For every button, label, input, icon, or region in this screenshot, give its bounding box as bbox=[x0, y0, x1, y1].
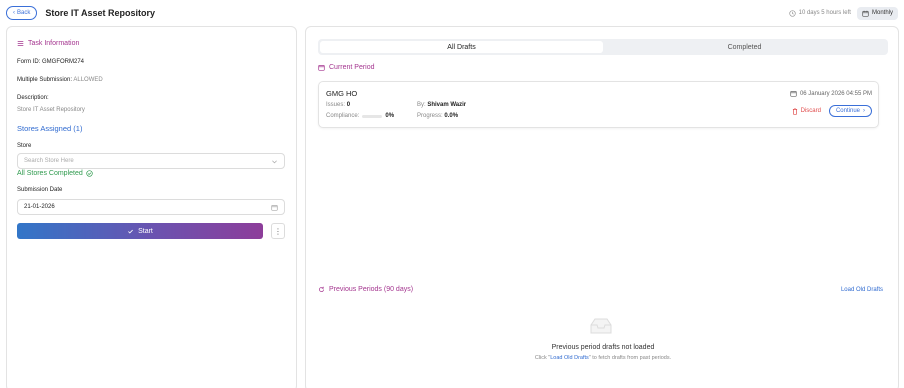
submission-date-value: 21-01-2026 bbox=[24, 204, 55, 210]
check-icon bbox=[128, 229, 133, 233]
calendar-icon[interactable] bbox=[271, 204, 278, 211]
store-label: Store bbox=[17, 143, 32, 149]
calendar-icon bbox=[790, 91, 797, 97]
issues-value: 0 bbox=[346, 102, 351, 108]
draft-issues: Issues: 0 bbox=[326, 102, 350, 108]
compliance-value: 0% bbox=[385, 113, 395, 119]
submission-date-input[interactable]: 21-01-2026 bbox=[17, 199, 285, 215]
page-title: Store IT Asset Repository bbox=[45, 8, 156, 18]
drafts-panel: All Drafts Completed Current Period GMG … bbox=[305, 26, 899, 388]
draft-progress: Progress: 0.0% bbox=[417, 113, 458, 119]
compliance-bar bbox=[362, 114, 383, 118]
draft-date-text: 06 January 2026 04:55 PM bbox=[799, 90, 872, 97]
start-button[interactable]: Start bbox=[17, 223, 263, 239]
refresh-icon bbox=[319, 286, 324, 292]
current-period-heading: Current Period bbox=[318, 64, 375, 71]
description-value: Store IT Asset Repository bbox=[17, 107, 85, 113]
drafts-tabs: All Drafts Completed bbox=[318, 39, 888, 55]
draft-compliance: Compliance: 0% bbox=[326, 113, 394, 119]
multiple-submission-value: ALLOWED bbox=[73, 77, 103, 83]
frequency-text: Monthly bbox=[871, 10, 893, 16]
current-period-title: Current Period bbox=[329, 64, 375, 71]
check-circle-icon bbox=[86, 170, 93, 177]
back-button[interactable]: ‹ Back bbox=[6, 6, 38, 20]
by-label: By: bbox=[417, 102, 426, 108]
draft-author: By: Shivam Wazir bbox=[417, 102, 466, 108]
previous-periods-title: Previous Periods (90 days) bbox=[329, 286, 414, 293]
progress-label: Progress: bbox=[417, 113, 443, 119]
time-left-text: 10 days 5 hours left bbox=[798, 10, 851, 16]
inbox-icon bbox=[589, 317, 613, 340]
empty-state-title: Previous period drafts not loaded bbox=[551, 344, 655, 351]
chevron-left-icon: ‹ bbox=[13, 10, 15, 16]
draft-date: 06 January 2026 04:55 PM bbox=[790, 90, 872, 97]
start-label: Start bbox=[138, 227, 153, 235]
more-options-button[interactable]: ⋮ bbox=[271, 223, 285, 239]
list-icon bbox=[17, 41, 24, 46]
draft-store-name: GMG HO bbox=[326, 89, 358, 98]
hint-load-link[interactable]: Load Old Drafts bbox=[550, 355, 589, 361]
progress-value: 0.0% bbox=[444, 113, 459, 119]
description-label: Description: bbox=[17, 95, 49, 101]
trash-icon bbox=[792, 107, 797, 115]
form-id-value: GMGFORM274 bbox=[42, 59, 85, 65]
empty-state-hint: Click "Load Old Drafts" to fetch drafts … bbox=[306, 355, 900, 361]
chevron-right-icon: › bbox=[863, 108, 865, 114]
tab-completed[interactable]: Completed bbox=[603, 41, 886, 53]
more-vertical-icon: ⋮ bbox=[274, 226, 282, 236]
clock-icon bbox=[788, 9, 796, 17]
store-search-input[interactable]: Search Store Here bbox=[17, 153, 285, 169]
load-old-drafts-link[interactable]: Load Old Drafts bbox=[841, 287, 883, 293]
hint-before: Click " bbox=[534, 355, 551, 361]
frequency-badge: Monthly bbox=[856, 6, 898, 20]
form-id-label: Form ID: bbox=[17, 59, 41, 65]
back-label: Back bbox=[17, 10, 31, 16]
task-panel: Task Information Form ID: GMGFORM274 Mul… bbox=[6, 26, 297, 388]
store-search-placeholder: Search Store Here bbox=[24, 158, 74, 164]
continue-button[interactable]: Continue › bbox=[828, 105, 872, 117]
stores-status: All Stores Completed bbox=[17, 170, 93, 177]
draft-actions: Discard Continue › bbox=[792, 105, 872, 117]
task-info-title: Task Information bbox=[28, 40, 80, 47]
previous-periods-heading: Previous Periods (90 days) bbox=[318, 286, 413, 293]
issues-label: Issues: bbox=[326, 102, 346, 108]
by-value: Shivam Wazir bbox=[427, 102, 467, 108]
task-info-heading: Task Information bbox=[17, 40, 79, 47]
multiple-submission-row: Multiple Submission: ALLOWED bbox=[17, 77, 103, 83]
multiple-submission-label: Multiple Submission: bbox=[17, 77, 73, 83]
stores-status-text: All Stores Completed bbox=[17, 170, 83, 177]
draft-card[interactable]: GMG HO Issues: 0 By: Shivam Wazir Compli… bbox=[318, 81, 879, 128]
discard-label: Discard bbox=[800, 108, 821, 114]
top-bar: ‹ Back Store IT Asset Repository 10 days… bbox=[0, 0, 904, 26]
continue-label: Continue bbox=[835, 108, 860, 114]
discard-button[interactable]: Discard bbox=[792, 107, 821, 115]
calendar-icon bbox=[862, 10, 869, 17]
submission-date-label: Submission Date bbox=[17, 187, 63, 193]
chevron-down-icon bbox=[272, 160, 277, 163]
calendar-icon bbox=[318, 65, 325, 71]
hint-after: " to fetch drafts from past periods. bbox=[588, 355, 672, 361]
tab-all-drafts[interactable]: All Drafts bbox=[320, 41, 603, 53]
time-left: 10 days 5 hours left bbox=[788, 9, 851, 17]
compliance-label: Compliance: bbox=[326, 113, 360, 119]
form-id-row: Form ID: GMGFORM274 bbox=[17, 59, 84, 65]
stores-assigned-heading: Stores Assigned (1) bbox=[17, 124, 83, 133]
